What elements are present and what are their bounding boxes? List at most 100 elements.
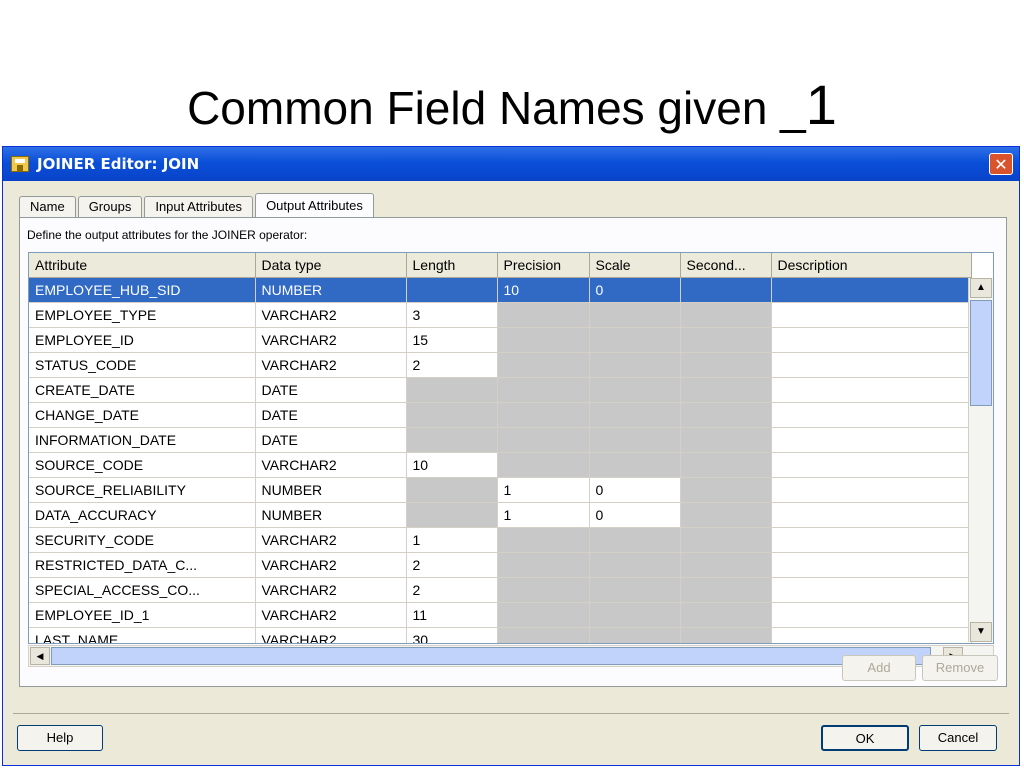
cell-data-type[interactable]: DATE — [255, 402, 407, 428]
cell-attribute[interactable]: SOURCE_CODE — [29, 452, 256, 478]
cell-attribute[interactable]: RESTRICTED_DATA_C... — [29, 552, 256, 578]
add-button[interactable]: Add — [842, 655, 916, 681]
cell-attribute[interactable]: LAST_NAME — [29, 627, 256, 643]
cell-scale[interactable] — [589, 352, 681, 378]
cell-second[interactable] — [680, 502, 772, 528]
column-header-description[interactable]: Description — [771, 253, 972, 278]
cell-description[interactable] — [771, 402, 972, 428]
cell-description[interactable] — [771, 477, 972, 503]
cell-length[interactable] — [406, 277, 498, 303]
cell-attribute[interactable]: SOURCE_RELIABILITY — [29, 477, 256, 503]
cell-length[interactable] — [406, 502, 498, 528]
cell-data-type[interactable]: DATE — [255, 427, 407, 453]
table-row[interactable]: EMPLOYEE_TYPE VARCHAR2 3 — [29, 302, 972, 328]
cell-length[interactable]: 2 — [406, 552, 498, 578]
cell-attribute[interactable]: CREATE_DATE — [29, 377, 256, 403]
cell-precision[interactable] — [497, 627, 590, 643]
cell-scale[interactable]: 0 — [589, 477, 681, 503]
cell-second[interactable] — [680, 352, 772, 378]
cell-second[interactable] — [680, 327, 772, 353]
column-header-second[interactable]: Second... — [680, 253, 772, 278]
table-row[interactable]: SPECIAL_ACCESS_CO... VARCHAR2 2 — [29, 577, 972, 603]
cell-second[interactable] — [680, 402, 772, 428]
cell-attribute[interactable]: EMPLOYEE_HUB_SID — [29, 277, 256, 303]
table-row[interactable]: EMPLOYEE_HUB_SID NUMBER 10 0 — [29, 277, 972, 303]
cell-precision[interactable] — [497, 402, 590, 428]
cell-precision[interactable] — [497, 377, 590, 403]
table-row[interactable]: SOURCE_RELIABILITY NUMBER 1 0 — [29, 477, 972, 503]
cell-second[interactable] — [680, 452, 772, 478]
table-row[interactable]: CREATE_DATE DATE — [29, 377, 972, 403]
cell-data-type[interactable]: VARCHAR2 — [255, 327, 407, 353]
cell-length[interactable]: 30 — [406, 627, 498, 643]
cell-attribute[interactable]: STATUS_CODE — [29, 352, 256, 378]
cell-precision[interactable] — [497, 527, 590, 553]
column-header-length[interactable]: Length — [406, 253, 498, 278]
cell-data-type[interactable]: VARCHAR2 — [255, 552, 407, 578]
ok-button[interactable]: OK — [821, 725, 909, 751]
cell-length[interactable]: 1 — [406, 527, 498, 553]
cell-data-type[interactable]: VARCHAR2 — [255, 627, 407, 643]
cell-second[interactable] — [680, 302, 772, 328]
cell-scale[interactable] — [589, 427, 681, 453]
cell-length[interactable]: 11 — [406, 602, 498, 628]
table-row[interactable]: RESTRICTED_DATA_C... VARCHAR2 2 — [29, 552, 972, 578]
cell-attribute[interactable]: EMPLOYEE_TYPE — [29, 302, 256, 328]
cell-description[interactable] — [771, 427, 972, 453]
cell-scale[interactable]: 0 — [589, 502, 681, 528]
tab-groups[interactable]: Groups — [77, 196, 143, 217]
table-row[interactable]: SOURCE_CODE VARCHAR2 10 — [29, 452, 972, 478]
cell-length[interactable]: 3 — [406, 302, 498, 328]
cell-scale[interactable] — [589, 452, 681, 478]
cell-attribute[interactable]: SPECIAL_ACCESS_CO... — [29, 577, 256, 603]
cell-scale[interactable] — [589, 402, 681, 428]
horizontal-scroll-thumb[interactable] — [51, 647, 931, 665]
cell-attribute[interactable]: DATA_ACCURACY — [29, 502, 256, 528]
cell-scale[interactable] — [589, 577, 681, 603]
cell-description[interactable] — [771, 602, 972, 628]
cell-second[interactable] — [680, 377, 772, 403]
column-header-scale[interactable]: Scale — [589, 253, 681, 278]
cell-precision[interactable] — [497, 552, 590, 578]
cell-length[interactable] — [406, 477, 498, 503]
tab-input-attributes[interactable]: Input Attributes — [144, 196, 254, 217]
scroll-down-icon[interactable]: ▼ — [970, 622, 992, 642]
cell-data-type[interactable]: DATE — [255, 377, 407, 403]
cell-precision[interactable] — [497, 427, 590, 453]
cell-length[interactable]: 2 — [406, 577, 498, 603]
cell-second[interactable] — [680, 602, 772, 628]
cell-description[interactable] — [771, 502, 972, 528]
cell-data-type[interactable]: NUMBER — [255, 277, 407, 303]
title-bar[interactable]: JOINER Editor: JOIN ✕ — [3, 147, 1019, 181]
tab-output-attributes[interactable]: Output Attributes — [255, 193, 374, 218]
cell-data-type[interactable]: VARCHAR2 — [255, 452, 407, 478]
vertical-scrollbar[interactable]: ▲ ▼ — [968, 278, 993, 642]
cell-description[interactable] — [771, 627, 972, 643]
cell-length[interactable] — [406, 402, 498, 428]
cell-length[interactable] — [406, 377, 498, 403]
cell-second[interactable] — [680, 627, 772, 643]
cell-scale[interactable] — [589, 602, 681, 628]
column-header-attribute[interactable]: Attribute — [29, 253, 256, 278]
cell-second[interactable] — [680, 527, 772, 553]
cell-description[interactable] — [771, 577, 972, 603]
cancel-button[interactable]: Cancel — [919, 725, 997, 751]
cell-second[interactable] — [680, 477, 772, 503]
table-row[interactable]: INFORMATION_DATE DATE — [29, 427, 972, 453]
table-row[interactable]: LAST_NAME VARCHAR2 30 — [29, 627, 972, 643]
cell-scale[interactable] — [589, 377, 681, 403]
tab-name[interactable]: Name — [19, 196, 76, 217]
remove-button[interactable]: Remove — [922, 655, 998, 681]
cell-description[interactable] — [771, 552, 972, 578]
cell-precision[interactable]: 10 — [497, 277, 590, 303]
cell-attribute[interactable]: EMPLOYEE_ID_1 — [29, 602, 256, 628]
cell-description[interactable] — [771, 277, 972, 303]
cell-description[interactable] — [771, 327, 972, 353]
table-row[interactable]: DATA_ACCURACY NUMBER 1 0 — [29, 502, 972, 528]
cell-data-type[interactable]: NUMBER — [255, 477, 407, 503]
cell-data-type[interactable]: VARCHAR2 — [255, 352, 407, 378]
cell-scale[interactable] — [589, 327, 681, 353]
cell-precision[interactable] — [497, 452, 590, 478]
cell-second[interactable] — [680, 427, 772, 453]
cell-description[interactable] — [771, 452, 972, 478]
